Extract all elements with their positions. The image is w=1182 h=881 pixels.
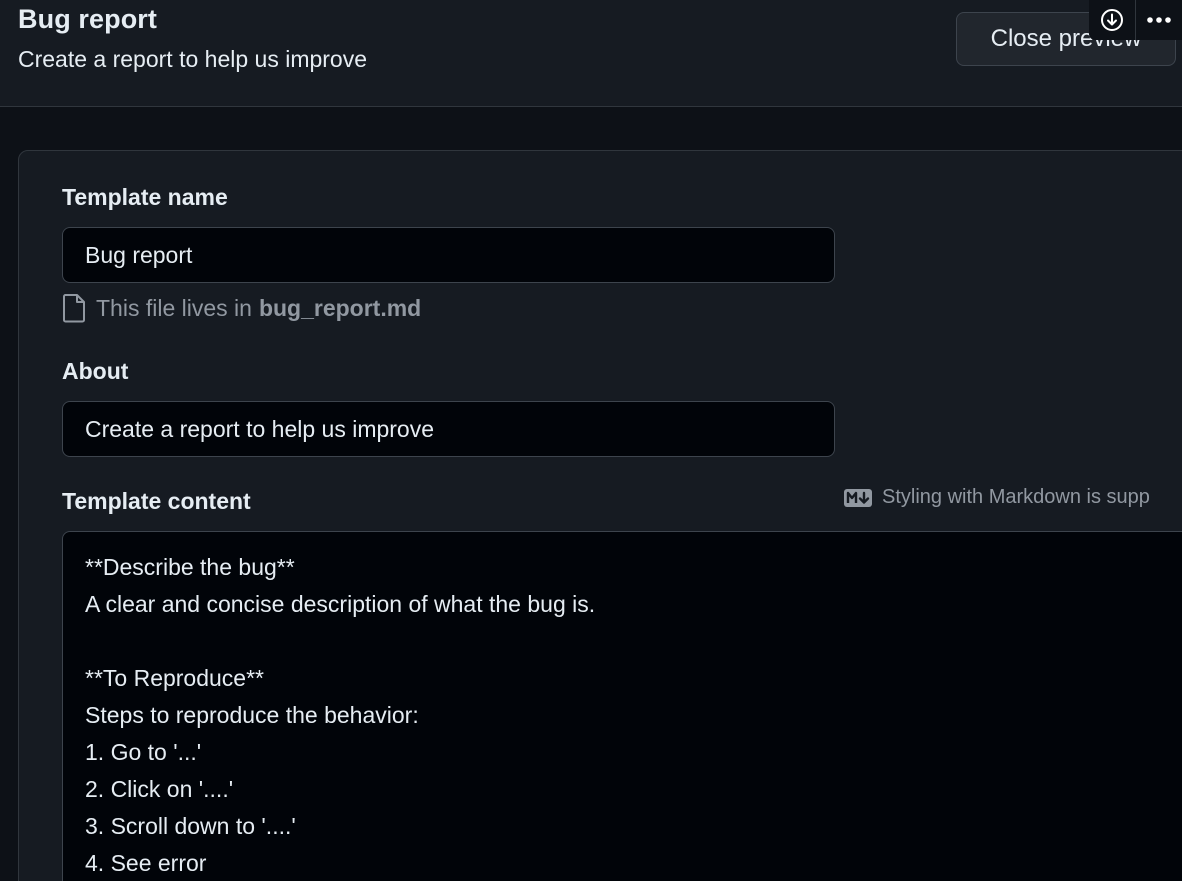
markdown-icon (843, 488, 873, 508)
markdown-hint[interactable]: Styling with Markdown is supp (843, 486, 1150, 509)
template-content-line: Steps to reproduce the behavior: (85, 702, 419, 728)
template-content-textarea[interactable]: **Describe the bug** A clear and concise… (62, 531, 1182, 881)
template-content-line: A clear and concise description of what … (85, 591, 596, 617)
template-header: Bug report Create a report to help us im… (0, 0, 1182, 107)
file-note-text: This file lives in (96, 294, 252, 321)
more-icon[interactable] (1135, 0, 1182, 40)
template-content-label: Template content (62, 488, 251, 514)
template-name-input[interactable] (62, 227, 835, 283)
template-content-line: 4. See error (85, 850, 207, 876)
template-subtitle: Create a report to help us improve (18, 46, 368, 72)
about-input[interactable] (62, 401, 835, 457)
about-label: About (62, 358, 129, 384)
corner-toolbar (1089, 0, 1182, 40)
template-content-line: 1. Go to '...' (85, 739, 202, 765)
template-content-line: **To Reproduce** (85, 665, 265, 691)
file-note-filename: bug_report.md (258, 294, 422, 321)
download-icon[interactable] (1089, 0, 1135, 40)
template-content-line (85, 623, 1182, 660)
template-content-line: 3. Scroll down to '....' (85, 813, 296, 839)
template-title: Bug report (18, 4, 157, 34)
file-icon (62, 293, 88, 323)
template-content-line: 2. Click on '....' (85, 776, 234, 802)
file-location-note: This file lives in bug_report.md (62, 293, 421, 323)
issue-template-editor: Bug report Create a report to help us im… (0, 0, 1182, 881)
template-content-line: **Describe the bug** (85, 554, 295, 580)
template-name-label: Template name (62, 184, 228, 210)
markdown-hint-text: Styling with Markdown is supp (882, 486, 1150, 508)
